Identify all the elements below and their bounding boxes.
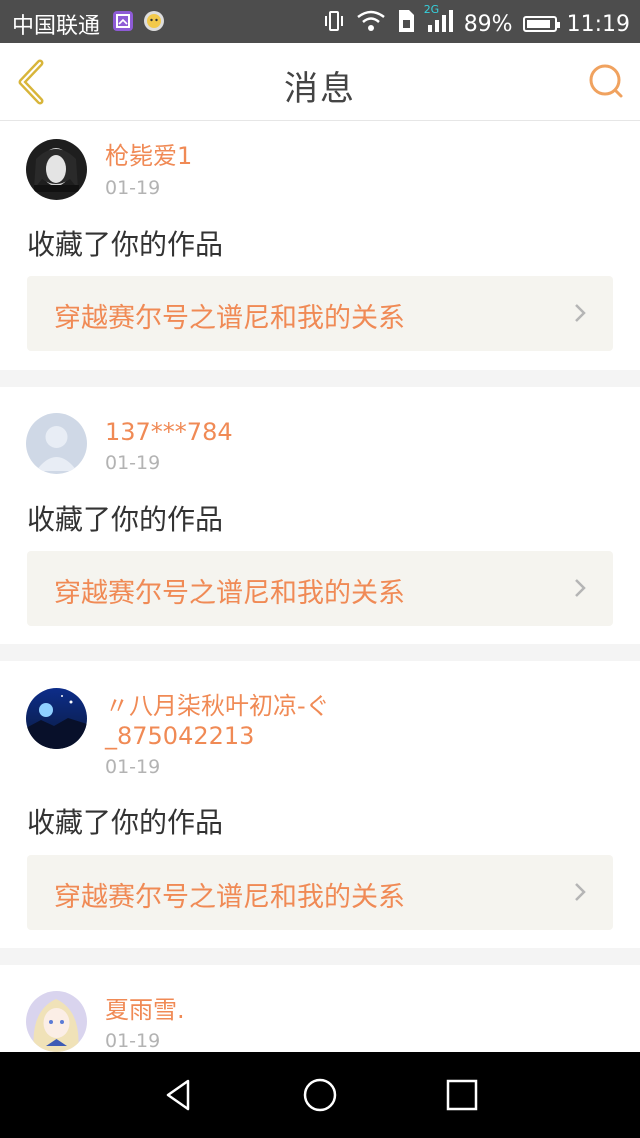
message-date: 01-19 <box>105 177 161 199</box>
message-card: 137***784 01-19 收藏了你的作品 穿越赛尔号之谱尼和我的关系 <box>0 387 640 644</box>
carrier-label: 中国联通 <box>12 14 101 39</box>
message-card: 〃八月柒秋叶初凉-ぐ _875042213 01-19 收藏了你的作品 穿越赛尔… <box>0 661 640 948</box>
username[interactable]: 枪毙爱1 <box>105 141 192 171</box>
signal-icon: 2G <box>424 3 454 39</box>
anime-girl-avatar[interactable] <box>26 991 87 1052</box>
dark-portrait-avatar[interactable] <box>26 139 87 200</box>
chevron-right-icon <box>575 883 586 901</box>
battery-icon <box>522 16 560 32</box>
work-link[interactable]: 穿越赛尔号之谱尼和我的关系 <box>27 551 613 626</box>
network-type-label: 2G <box>423 3 440 16</box>
blue-night-avatar[interactable] <box>26 688 87 749</box>
username-line-1: 〃八月柒秋叶初凉-ぐ <box>105 692 330 720</box>
work-title: 穿越赛尔号之谱尼和我的关系 <box>54 882 405 913</box>
message-date: 01-19 <box>105 1030 161 1052</box>
face-app-icon <box>144 11 164 31</box>
username[interactable]: 〃八月柒秋叶初凉-ぐ _875042213 <box>105 691 330 751</box>
battery-percent: 89% <box>463 11 513 37</box>
header-bar: 消息 <box>0 43 640 121</box>
system-nav-bar <box>0 1052 640 1138</box>
vibrate-icon <box>322 9 346 39</box>
username-line-2: _875042213 <box>105 722 255 750</box>
work-link[interactable]: 穿越赛尔号之谱尼和我的关系 <box>27 276 613 351</box>
message-date: 01-19 <box>105 452 161 474</box>
message-action: 收藏了你的作品 <box>27 806 224 839</box>
work-title: 穿越赛尔号之谱尼和我的关系 <box>54 578 405 609</box>
username[interactable]: 137***784 <box>105 417 233 447</box>
work-title: 穿越赛尔号之谱尼和我的关系 <box>54 303 405 334</box>
gallery-app-icon <box>113 11 133 31</box>
home-circle-icon[interactable] <box>302 1077 338 1113</box>
battery-fill <box>526 20 550 28</box>
work-link[interactable]: 穿越赛尔号之谱尼和我的关系 <box>27 855 613 930</box>
chevron-right-icon <box>575 579 586 597</box>
message-date: 01-19 <box>105 756 161 778</box>
clock: 11:19 <box>566 11 630 37</box>
message-action: 收藏了你的作品 <box>27 503 224 536</box>
default-user-avatar[interactable] <box>26 413 87 474</box>
status-bar: 中国联通 2G 89% 11:19 <box>0 0 640 43</box>
username[interactable]: 夏雨雪. <box>105 995 185 1025</box>
message-list: 枪毙爱1 01-19 收藏了你的作品 穿越赛尔号之谱尼和我的关系 137***7… <box>0 121 640 1102</box>
message-action: 收藏了你的作品 <box>27 228 224 261</box>
page-title: 消息 <box>284 69 356 109</box>
wifi-icon <box>356 9 386 39</box>
search-button[interactable] <box>586 61 626 101</box>
back-triangle-icon[interactable] <box>160 1077 196 1113</box>
recents-square-icon[interactable] <box>444 1077 480 1113</box>
message-card: 枪毙爱1 01-19 收藏了你的作品 穿越赛尔号之谱尼和我的关系 <box>0 121 640 370</box>
chevron-right-icon <box>575 304 586 322</box>
search-icon <box>589 64 623 98</box>
sim-icon <box>396 8 416 40</box>
